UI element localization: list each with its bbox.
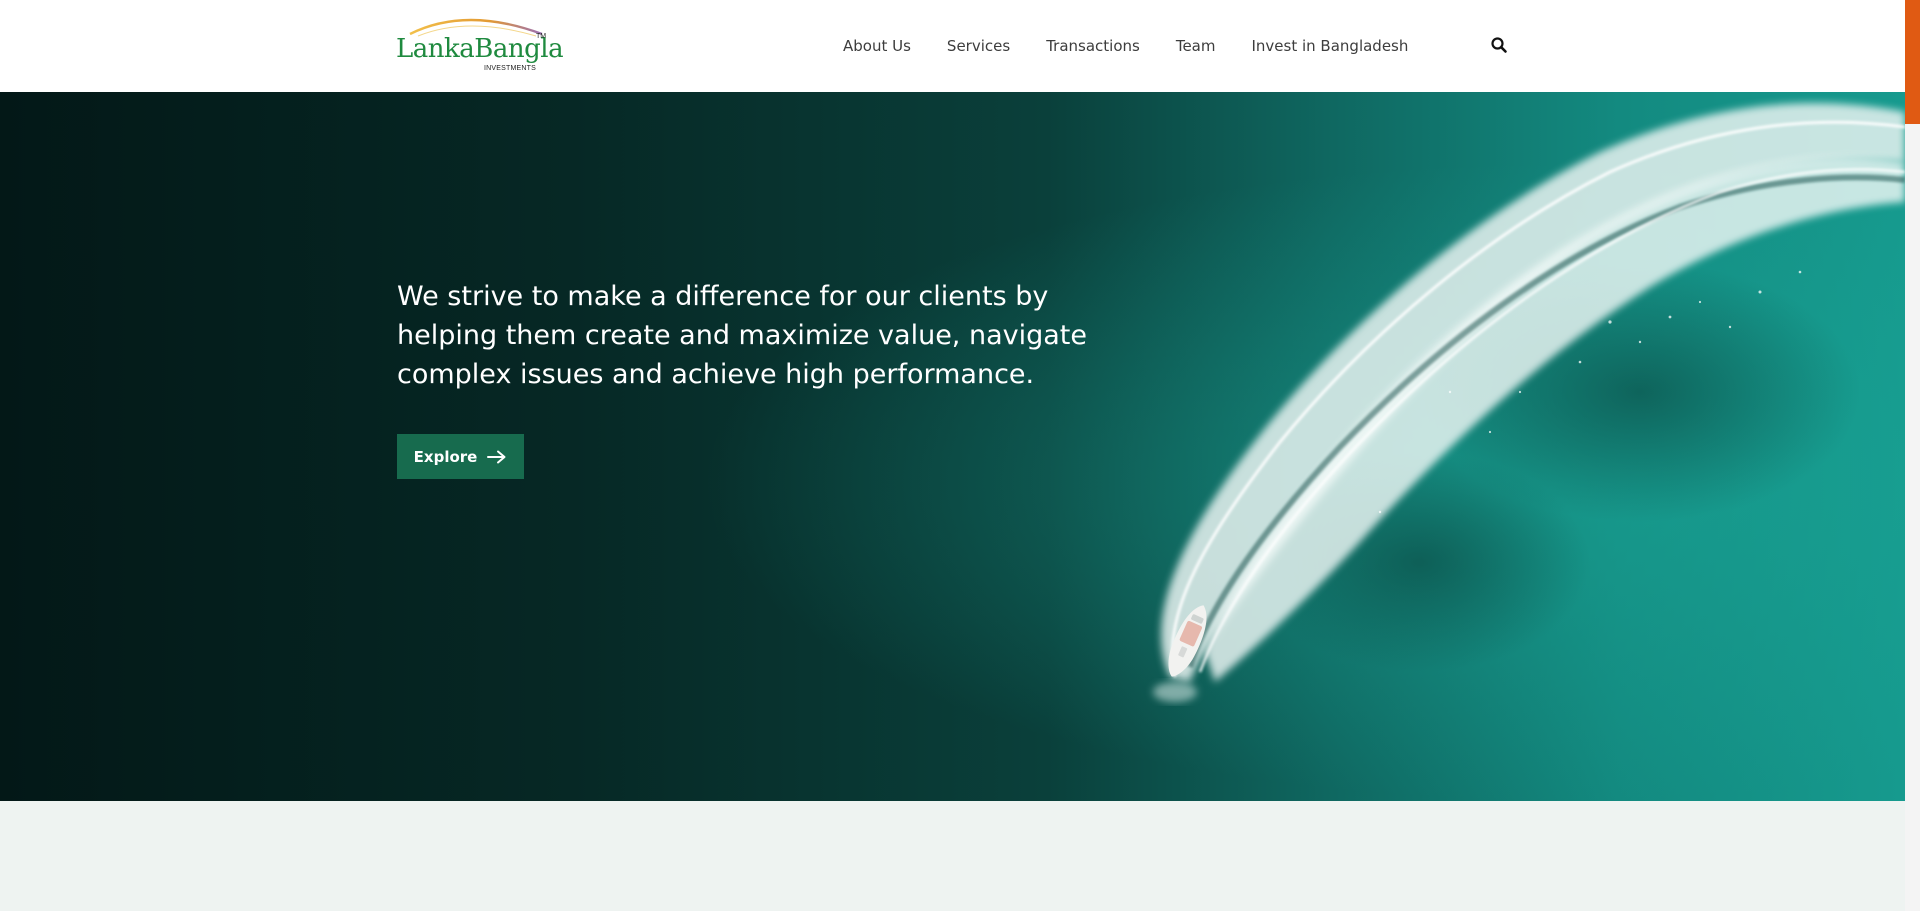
explore-button[interactable]: Explore xyxy=(397,434,524,479)
nav-team[interactable]: Team xyxy=(1176,37,1216,55)
main-nav: About Us Services Transactions Team Inve… xyxy=(843,0,1408,92)
page-scrollbar[interactable] xyxy=(1905,0,1920,911)
hero-background-image xyxy=(0,92,1905,801)
arrow-right-icon xyxy=(487,450,506,463)
hero-section: We strive to make a difference for our c… xyxy=(0,92,1905,801)
nav-services[interactable]: Services xyxy=(947,37,1010,55)
nav-about-us[interactable]: About Us xyxy=(843,37,911,55)
hero-headline: We strive to make a difference for our c… xyxy=(397,281,1087,390)
lankabangla-logo[interactable]: LankaBangla TM INVESTMENTS xyxy=(396,14,564,76)
next-section xyxy=(0,801,1905,911)
nav-transactions[interactable]: Transactions xyxy=(1046,37,1140,55)
site-header: LankaBangla TM INVESTMENTS About Us Serv… xyxy=(0,0,1905,92)
search-icon[interactable] xyxy=(1490,36,1508,54)
explore-label: Explore xyxy=(413,447,478,466)
nav-invest-in-bangladesh[interactable]: Invest in Bangladesh xyxy=(1251,37,1408,55)
logo-subtitle: INVESTMENTS xyxy=(484,65,536,72)
logo-trademark: TM xyxy=(536,33,547,40)
scrollbar-thumb[interactable] xyxy=(1905,0,1920,124)
